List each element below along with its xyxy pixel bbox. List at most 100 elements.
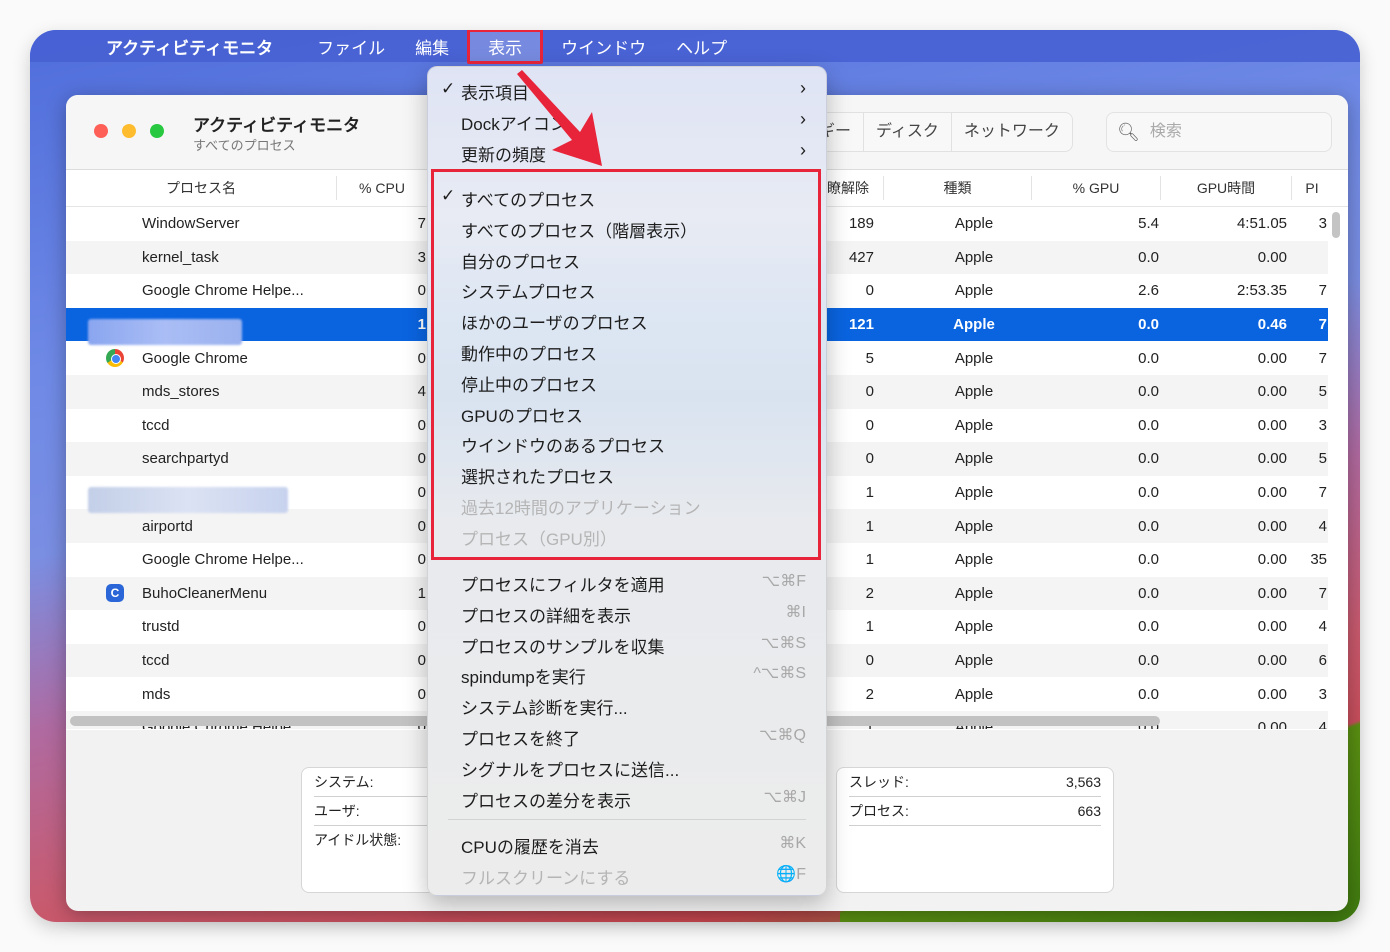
menu-item-action[interactable]: プロセスの差分を表示 ⌥⌘J bbox=[428, 785, 826, 815]
col-pid[interactable]: PI bbox=[1292, 176, 1332, 200]
count-stats-panel: スレッド: 3,563 プロセス: 663 bbox=[836, 767, 1114, 893]
kind-value: Apple bbox=[954, 383, 994, 401]
menu-item-action[interactable]: シグナルをプロセスに送信... bbox=[428, 754, 826, 784]
stat-processes: プロセス: 663 bbox=[849, 797, 1101, 826]
kind-value: Apple bbox=[954, 584, 994, 602]
gpu-value: 0.0 bbox=[1138, 618, 1159, 636]
col-gpu[interactable]: % GPU bbox=[1032, 176, 1161, 200]
menu-item-clear-cpu-history[interactable]: CPUの履歴を消去 ⌘K bbox=[428, 831, 826, 861]
gpu-value: 0.0 bbox=[1138, 383, 1159, 401]
keyboard-shortcut: ^⌥⌘S bbox=[753, 665, 806, 683]
pid-value: 3 bbox=[1318, 416, 1327, 434]
menu-item-action[interactable]: システム診断を実行... bbox=[428, 692, 826, 722]
menu-item-action[interactable]: プロセスを終了 ⌥⌘Q bbox=[428, 723, 826, 753]
chevron-right-icon: › bbox=[800, 78, 806, 98]
menu-bar: アクティビティモニタ ファイル 編集 表示 ウインドウ ヘルプ bbox=[30, 30, 1360, 64]
menu-item-label: 更新の頻度 bbox=[461, 146, 546, 165]
menu-view[interactable]: 表示 bbox=[467, 30, 544, 64]
menu-item-label: Dockアイコン bbox=[461, 115, 567, 134]
menu-app-name[interactable]: アクティビティモニタ bbox=[94, 30, 285, 63]
process-name: mds bbox=[142, 685, 171, 703]
kind-value: Apple bbox=[953, 316, 995, 334]
keyboard-shortcut: ⌥⌘Q bbox=[759, 727, 806, 744]
gpu-time-value: 2:53.35 bbox=[1236, 282, 1287, 300]
window-subtitle: すべてのプロセス bbox=[193, 138, 296, 153]
menu-item-action[interactable]: プロセスの詳細を表示 ⌘I bbox=[428, 600, 826, 630]
menu-item-update-frequency[interactable]: 更新の頻度 › bbox=[428, 139, 826, 169]
menu-item-fullscreen: フルスクリーンにする 🌐F bbox=[428, 862, 826, 892]
menu-help[interactable]: ヘルプ bbox=[664, 30, 739, 63]
tab-disk[interactable]: ディスク bbox=[863, 113, 951, 151]
menu-item-action[interactable]: プロセスにフィルタを適用 ⌥⌘F bbox=[428, 569, 826, 599]
pid-value: 4 bbox=[1318, 719, 1327, 729]
menu-item-label: プロセスの差分を表示 bbox=[461, 791, 631, 811]
gpu-time-value: 0.00 bbox=[1257, 551, 1287, 569]
process-name: tccd bbox=[142, 652, 170, 670]
process-name: Google Chrome bbox=[66, 348, 336, 367]
zoom-button[interactable] bbox=[150, 124, 164, 138]
pid-value: 7 bbox=[1318, 584, 1327, 602]
kind-value: Apple bbox=[954, 551, 994, 569]
wake-value: 5 bbox=[865, 349, 874, 367]
redacted-name bbox=[88, 486, 288, 513]
col-gpu-time[interactable]: GPU時間 bbox=[1161, 176, 1292, 200]
keyboard-shortcut: ⌥⌘S bbox=[760, 634, 806, 652]
menu-item-dock-icon[interactable]: Dockアイコン › bbox=[428, 108, 826, 138]
pid-value: 3 bbox=[1318, 215, 1327, 233]
col-kind[interactable]: 種類 bbox=[884, 176, 1032, 200]
tab-network[interactable]: ネットワーク bbox=[950, 113, 1072, 151]
wake-value: 0 bbox=[865, 282, 874, 300]
process-name: airportd bbox=[142, 517, 193, 535]
process-name: kernel_task bbox=[142, 248, 219, 266]
menu-item-action[interactable]: spindumpを実行 ^⌥⌘S bbox=[428, 661, 826, 691]
gpu-value: 0.0 bbox=[1138, 517, 1159, 535]
menu-item-label: フルスクリーンにする bbox=[461, 869, 631, 888]
minimize-button[interactable] bbox=[122, 124, 136, 138]
search-field[interactable]: 🔍︎ bbox=[1106, 112, 1332, 152]
wake-value: 2 bbox=[865, 685, 874, 703]
col-wake[interactable]: 瞭解除 bbox=[827, 176, 884, 200]
process-name: Google Chrome Helpe... bbox=[142, 551, 304, 569]
chevron-right-icon: › bbox=[800, 140, 806, 160]
kind-value: Apple bbox=[954, 282, 994, 300]
col-cpu[interactable]: % CPU bbox=[337, 176, 427, 200]
menu-item-label: プロセスの詳細を表示 bbox=[461, 606, 631, 626]
gpu-time-value: 0.00 bbox=[1257, 484, 1287, 502]
wake-value: 2 bbox=[865, 584, 874, 602]
process-name: Google Chrome Helpe... bbox=[142, 282, 304, 300]
gpu-value: 5.4 bbox=[1138, 215, 1159, 233]
cpu-value: 4 bbox=[417, 383, 426, 401]
pid-value: 3 bbox=[1318, 685, 1327, 703]
gpu-time-value: 0.00 bbox=[1257, 248, 1287, 266]
kind-value: Apple bbox=[954, 484, 994, 502]
gpu-time-value: 0.00 bbox=[1257, 416, 1287, 434]
search-input[interactable] bbox=[1147, 122, 1322, 142]
menu-file[interactable]: ファイル bbox=[305, 30, 397, 63]
wake-value: 1 bbox=[865, 484, 874, 502]
gpu-value: 0.0 bbox=[1138, 349, 1159, 367]
search-icon: 🔍︎ bbox=[1117, 121, 1140, 142]
menu-window[interactable]: ウインドウ bbox=[549, 30, 658, 63]
menu-item-columns[interactable]: ✓ 表示項目 › bbox=[428, 77, 826, 107]
pid-value: 7 bbox=[1318, 484, 1327, 502]
chevron-right-icon: › bbox=[800, 109, 806, 129]
menu-item-label: プロセスを終了 bbox=[461, 730, 580, 749]
kind-value: Apple bbox=[954, 652, 994, 670]
gpu-value: 0.0 bbox=[1138, 584, 1159, 602]
gpu-value: 0.0 bbox=[1138, 484, 1159, 502]
pid-value: 35 bbox=[1310, 551, 1327, 569]
gpu-time-value: 0.00 bbox=[1257, 685, 1287, 703]
menu-item-label: シグナルをプロセスに送信... bbox=[461, 760, 680, 780]
gpu-time-value: 0.00 bbox=[1257, 618, 1287, 636]
gpu-time-value: 0.00 bbox=[1257, 719, 1287, 729]
vertical-scrollbar[interactable] bbox=[1332, 212, 1340, 238]
wake-value: 0 bbox=[865, 450, 874, 468]
cpu-value: 0 bbox=[417, 685, 426, 703]
menu-edit[interactable]: 編集 bbox=[403, 30, 461, 63]
cpu-value: 0 bbox=[417, 282, 426, 300]
menu-item-action[interactable]: プロセスのサンプルを収集 ⌥⌘S bbox=[428, 631, 826, 661]
pid-value: 7 bbox=[1318, 316, 1327, 334]
kind-value: Apple bbox=[954, 450, 994, 468]
col-process-name[interactable]: プロセス名 bbox=[66, 176, 337, 200]
close-button[interactable] bbox=[94, 124, 108, 138]
